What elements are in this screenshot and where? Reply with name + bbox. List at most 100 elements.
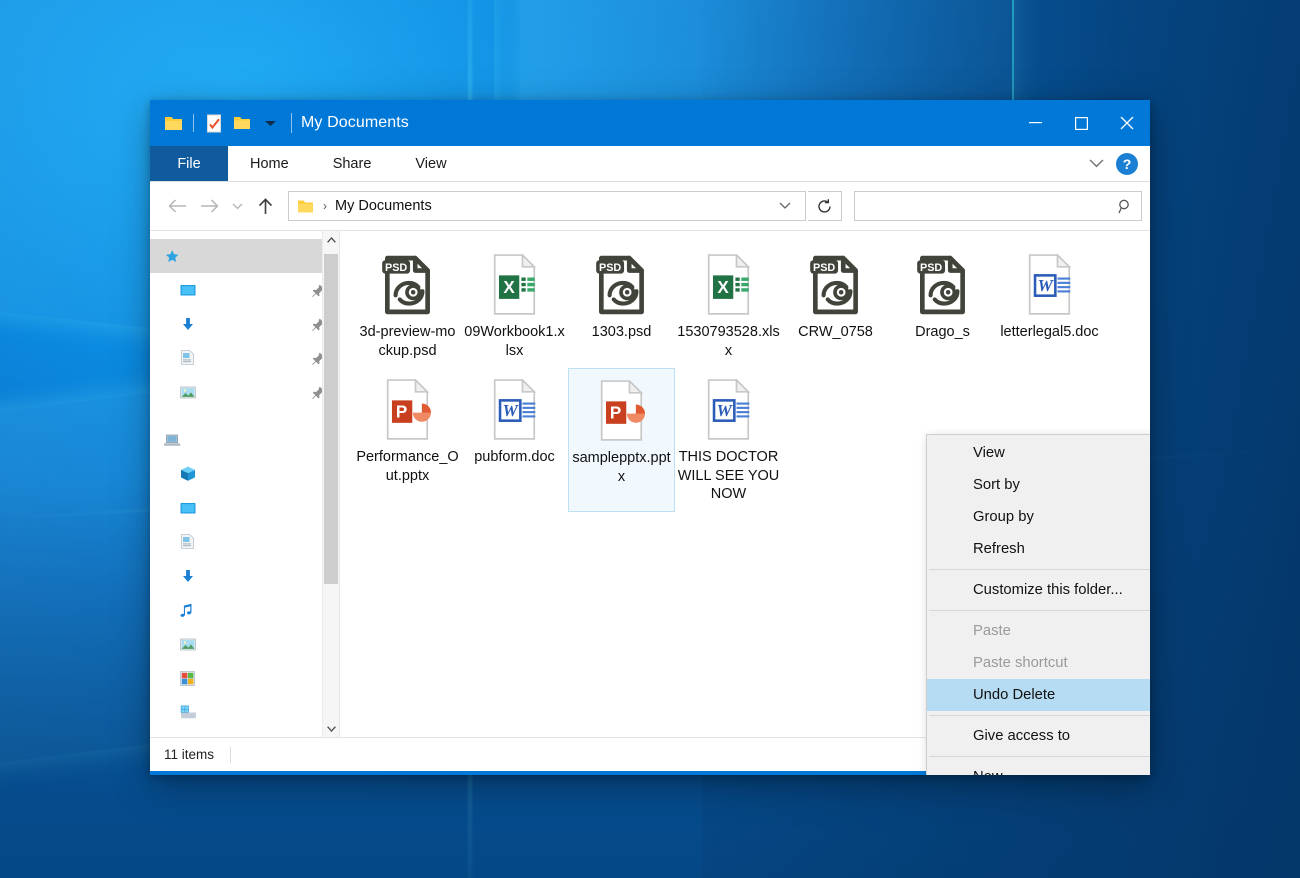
this-pc-icon bbox=[164, 434, 186, 447]
sidebar-item-documents[interactable] bbox=[150, 341, 339, 375]
documents-icon bbox=[180, 350, 202, 366]
new-folder-icon[interactable] bbox=[229, 110, 255, 136]
svg-text:W: W bbox=[716, 401, 733, 420]
sidebar-item-downloads[interactable] bbox=[150, 307, 339, 341]
file-item[interactable]: PSD CRW_0758 bbox=[782, 243, 889, 368]
svg-text:X: X bbox=[503, 278, 515, 297]
search-icon[interactable] bbox=[1118, 199, 1133, 214]
menu-item-label: Undo Delete bbox=[973, 687, 1055, 703]
svg-text:W: W bbox=[502, 401, 519, 420]
file-item[interactable]: Wletterlegal5.doc bbox=[996, 243, 1103, 368]
sidebar-item-desktop-thispc[interactable] bbox=[150, 491, 339, 525]
menu-item-view[interactable]: View bbox=[927, 437, 1150, 469]
back-button[interactable] bbox=[162, 191, 192, 221]
window-controls bbox=[1012, 100, 1150, 146]
file-name: pubform.doc bbox=[474, 448, 555, 467]
drive-icon bbox=[180, 705, 202, 719]
forward-button[interactable] bbox=[194, 191, 224, 221]
doc-file-icon: W bbox=[700, 374, 758, 446]
sidebar-item-quick-access[interactable] bbox=[150, 239, 339, 273]
download-icon bbox=[180, 569, 202, 583]
file-item[interactable]: PSD Drago_s bbox=[889, 243, 996, 368]
sidebar-item-this-pc[interactable] bbox=[150, 423, 339, 457]
file-item[interactable]: Psamplepptx.pptx bbox=[568, 368, 675, 512]
sidebar-item-pictures[interactable] bbox=[150, 375, 339, 409]
navigation-scrollbar[interactable] bbox=[322, 231, 339, 737]
menu-item-undo-delete[interactable]: Undo DeleteCtrl+Z bbox=[927, 679, 1150, 711]
breadcrumb-current[interactable]: My Documents bbox=[335, 198, 432, 214]
file-name: 1303.psd bbox=[592, 323, 652, 342]
search-input[interactable] bbox=[854, 191, 1142, 221]
menu-item-label: Paste shortcut bbox=[973, 655, 1068, 671]
tab-view[interactable]: View bbox=[393, 146, 468, 181]
menu-item-refresh[interactable]: Refresh bbox=[927, 533, 1150, 565]
file-item[interactable]: PPerformance_Out.pptx bbox=[354, 368, 461, 512]
breadcrumb-dropdown-icon[interactable] bbox=[773, 202, 797, 210]
ribbon-tab-bar: File Home Share View ? bbox=[150, 146, 1150, 182]
menu-item-sort-by[interactable]: Sort by bbox=[927, 469, 1150, 501]
svg-text:PSD: PSD bbox=[812, 262, 834, 274]
file-name: CRW_0758 bbox=[798, 323, 873, 342]
context-menu: View Sort by Group by Refresh Customize this… bbox=[926, 434, 1150, 775]
scrollbar-track[interactable] bbox=[323, 248, 339, 720]
menu-item-label: Refresh bbox=[973, 541, 1025, 557]
file-item[interactable]: X1530793528.xlsx bbox=[675, 243, 782, 368]
menu-item-group-by[interactable]: Group by bbox=[927, 501, 1150, 533]
file-item[interactable]: PSD 1303.psd bbox=[568, 243, 675, 368]
music-icon bbox=[180, 603, 202, 618]
sidebar-item-documents-thispc[interactable] bbox=[150, 525, 339, 559]
pptx-file-icon: P bbox=[379, 374, 437, 446]
scrollbar-thumb[interactable] bbox=[324, 254, 338, 584]
minimize-button[interactable] bbox=[1012, 100, 1058, 146]
file-name: THIS DOCTOR WILL SEE YOU NOW bbox=[677, 448, 780, 504]
sidebar-item-3d-objects-thispc[interactable] bbox=[150, 457, 339, 491]
menu-item-label: Sort by bbox=[973, 477, 1020, 493]
item-count: 11 items bbox=[164, 747, 214, 762]
scroll-up-icon[interactable] bbox=[323, 231, 339, 248]
sidebar-item-music-thispc[interactable] bbox=[150, 593, 339, 627]
help-icon[interactable]: ? bbox=[1116, 153, 1138, 175]
file-item[interactable]: Wpubform.doc bbox=[461, 368, 568, 512]
properties-icon[interactable] bbox=[201, 110, 227, 136]
tab-home[interactable]: Home bbox=[228, 146, 311, 181]
star-pin-icon bbox=[164, 249, 186, 264]
file-name: 1530793528.xlsx bbox=[677, 323, 780, 360]
file-name: Drago_s bbox=[915, 323, 970, 342]
close-button[interactable] bbox=[1104, 100, 1150, 146]
psd-file-icon: PSD bbox=[805, 249, 867, 321]
sidebar-item-desktop[interactable] bbox=[150, 273, 339, 307]
svg-text:PSD: PSD bbox=[598, 262, 620, 274]
customize-quick-access-chevron-icon[interactable] bbox=[257, 110, 283, 136]
sidebar-item-downloads-thispc[interactable] bbox=[150, 559, 339, 593]
xlsx-file-icon: X bbox=[486, 249, 544, 321]
documents-icon bbox=[180, 534, 202, 550]
menu-separator bbox=[929, 569, 1150, 570]
recent-locations-button[interactable] bbox=[226, 191, 248, 221]
maximize-button[interactable] bbox=[1058, 100, 1104, 146]
videos-icon bbox=[180, 671, 202, 686]
file-item[interactable]: W THIS DOCTOR WILL SEE YOU NOW bbox=[675, 368, 782, 512]
sidebar-item-pictures-thispc[interactable] bbox=[150, 627, 339, 661]
psd-file-icon: PSD bbox=[591, 249, 653, 321]
tab-file[interactable]: File bbox=[150, 146, 228, 181]
psd-file-icon: PSD bbox=[912, 249, 974, 321]
refresh-button[interactable] bbox=[808, 191, 842, 221]
breadcrumb[interactable]: › My Documents bbox=[288, 191, 806, 221]
menu-item-label: View bbox=[973, 445, 1005, 461]
menu-item-give-access-to[interactable]: Give access to bbox=[927, 720, 1150, 752]
status-separator bbox=[230, 747, 231, 763]
file-item[interactable]: PSD3d-preview-mockup.psd bbox=[354, 243, 461, 368]
menu-item-customize-this-folder[interactable]: Customize this folder... bbox=[927, 574, 1150, 606]
navigation-list bbox=[150, 231, 339, 729]
sidebar-item-system-c--thispc[interactable] bbox=[150, 695, 339, 729]
scroll-down-icon[interactable] bbox=[323, 720, 339, 737]
expand-ribbon-chevron-icon[interactable] bbox=[1085, 159, 1108, 168]
breadcrumb-folder-icon bbox=[297, 199, 314, 214]
sidebar-item-videos-thispc[interactable] bbox=[150, 661, 339, 695]
up-button[interactable] bbox=[250, 191, 280, 221]
menu-item-new[interactable]: New bbox=[927, 761, 1150, 775]
pictures-icon bbox=[180, 638, 202, 651]
breadcrumb-separator: › bbox=[323, 199, 327, 213]
file-item[interactable]: X09Workbook1.xlsx bbox=[461, 243, 568, 368]
tab-share[interactable]: Share bbox=[311, 146, 394, 181]
